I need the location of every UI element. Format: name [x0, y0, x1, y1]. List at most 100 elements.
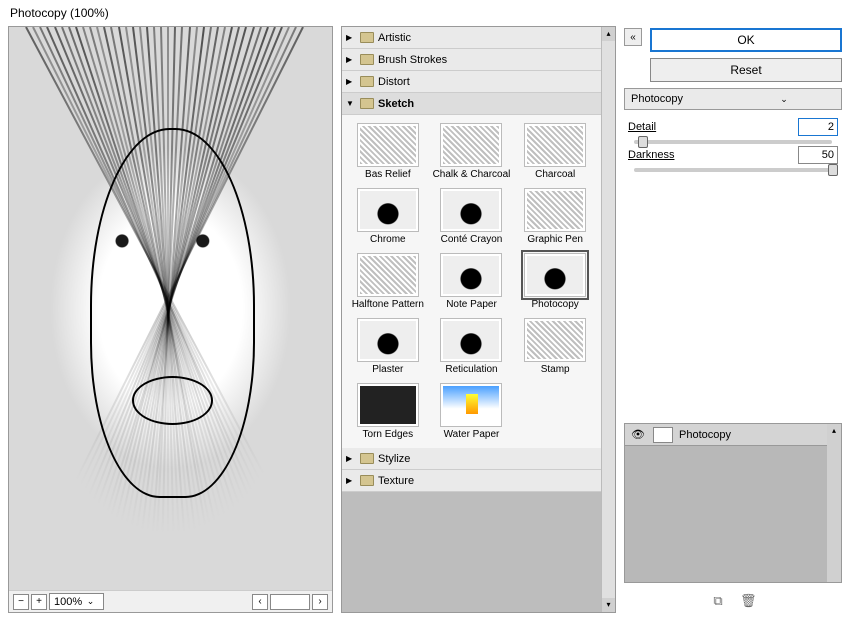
- new-effect-layer-button[interactable]: ⧉: [710, 593, 726, 609]
- scroll-up-icon[interactable]: ▴: [602, 27, 615, 41]
- visibility-eye-icon[interactable]: 👁: [629, 428, 647, 442]
- filter-plaster[interactable]: Plaster: [348, 318, 428, 375]
- category-sketch[interactable]: ▼ Sketch: [342, 93, 601, 115]
- filter-water-paper[interactable]: Water Paper: [432, 383, 512, 440]
- filter-stamp[interactable]: Stamp: [515, 318, 595, 375]
- settings-panel: « OK Reset Photocopy ⌄ Detail Darkness 👁 P…: [624, 26, 842, 613]
- param-input-detail[interactable]: [798, 118, 838, 136]
- category-texture[interactable]: ▶ Texture: [342, 470, 601, 492]
- category-artistic[interactable]: ▶ Artistic: [342, 27, 601, 49]
- layers-scrollbar[interactable]: ▴: [827, 424, 841, 582]
- effect-layers-panel: 👁 Photocopy ▴: [624, 423, 842, 583]
- filter-label: Bas Relief: [365, 169, 411, 180]
- folder-icon: [360, 76, 374, 87]
- filter-thumbnail: [440, 188, 502, 232]
- folder-icon: [360, 453, 374, 464]
- filter-dropdown-label: Photocopy: [631, 93, 733, 105]
- filter-label: Reticulation: [445, 364, 497, 375]
- folder-icon: [360, 475, 374, 486]
- category-brush-strokes[interactable]: ▶Brush Strokes: [342, 49, 601, 71]
- param-slider-detail[interactable]: [634, 140, 832, 144]
- slider-thumb[interactable]: [638, 136, 648, 148]
- zoom-in-button[interactable]: +: [31, 594, 47, 610]
- filter-gallery: ▶Artistic▶Brush Strokes▶Distort▼SketchBa…: [341, 26, 616, 613]
- filter-thumbnail: [357, 318, 419, 362]
- category-label: Brush Strokes: [378, 54, 447, 66]
- folder-icon: [360, 54, 374, 65]
- filter-chalk-charcoal[interactable]: Chalk & Charcoal: [432, 123, 512, 180]
- chevron-down-icon: ⌄: [82, 596, 99, 607]
- category-label: Distort: [378, 76, 410, 88]
- scroll-track[interactable]: [270, 594, 310, 610]
- preview-image[interactable]: [9, 27, 332, 590]
- filter-label: Note Paper: [446, 299, 497, 310]
- zoom-value: 100%: [54, 596, 82, 608]
- filter-label: Stamp: [541, 364, 570, 375]
- filter-bas-relief[interactable]: Bas Relief: [348, 123, 428, 180]
- category-stylize[interactable]: ▶ Stylize: [342, 448, 601, 470]
- filter-label: Conté Crayon: [441, 234, 503, 245]
- filter-label: Torn Edges: [363, 429, 414, 440]
- param-label-detail: Detail: [628, 121, 792, 133]
- filter-thumbnail: [357, 188, 419, 232]
- scroll-right-button[interactable]: ›: [312, 594, 328, 610]
- filter-label: Charcoal: [535, 169, 575, 180]
- scroll-down-icon[interactable]: ▾: [602, 598, 615, 612]
- triangle-icon: ▶: [346, 33, 356, 42]
- folder-icon: [360, 98, 374, 109]
- filter-torn-edges[interactable]: Torn Edges: [348, 383, 428, 440]
- triangle-icon: ▶: [346, 476, 356, 485]
- filter-cont-crayon[interactable]: Conté Crayon: [432, 188, 512, 245]
- zoom-out-button[interactable]: −: [13, 594, 29, 610]
- param-input-darkness[interactable]: [798, 146, 838, 164]
- folder-icon: [360, 32, 374, 43]
- filter-thumbnail: [440, 123, 502, 167]
- filter-charcoal[interactable]: Charcoal: [515, 123, 595, 180]
- layer-thumbnail: [653, 427, 673, 443]
- category-distort[interactable]: ▶ Distort: [342, 71, 601, 93]
- param-label-darkness: Darkness: [628, 149, 792, 161]
- category-label: Artistic: [378, 32, 411, 44]
- window-title: Photocopy (100%): [0, 0, 850, 26]
- category-label: Sketch: [378, 98, 414, 110]
- delete-effect-layer-button[interactable]: 🗑: [740, 593, 756, 609]
- filter-label: Halftone Pattern: [352, 299, 424, 310]
- filter-chrome[interactable]: Chrome: [348, 188, 428, 245]
- scroll-up-icon[interactable]: ▴: [827, 424, 841, 438]
- filter-photocopy[interactable]: Photocopy: [515, 253, 595, 310]
- preview-panel: − + 100% ⌄ ‹ ›: [8, 26, 333, 613]
- filter-note-paper[interactable]: Note Paper: [432, 253, 512, 310]
- triangle-icon: ▶: [346, 77, 356, 86]
- category-label: Stylize: [378, 453, 410, 465]
- zoom-select[interactable]: 100% ⌄: [49, 593, 104, 610]
- layer-name: Photocopy: [679, 429, 731, 441]
- filter-thumbnail: [440, 318, 502, 362]
- filter-thumbnail: [357, 383, 419, 427]
- category-label: Texture: [378, 475, 414, 487]
- chevron-down-icon: ⌄: [733, 94, 835, 105]
- filter-dropdown[interactable]: Photocopy ⌄: [624, 88, 842, 110]
- scroll-left-button[interactable]: ‹: [252, 594, 268, 610]
- filter-graphic-pen[interactable]: Graphic Pen: [515, 188, 595, 245]
- filter-label: Chalk & Charcoal: [433, 169, 511, 180]
- effect-layer-row[interactable]: 👁 Photocopy: [625, 424, 841, 446]
- filter-halftone-pattern[interactable]: Halftone Pattern: [348, 253, 428, 310]
- filter-thumbnail: [524, 318, 586, 362]
- filter-thumbnail: [440, 383, 502, 427]
- triangle-icon: ▶: [346, 454, 356, 463]
- filter-label: Water Paper: [444, 429, 500, 440]
- gallery-scrollbar[interactable]: ▴ ▾: [601, 27, 615, 612]
- filter-label: Graphic Pen: [527, 234, 583, 245]
- filter-thumbnail: [524, 253, 586, 297]
- filter-thumbnail: [357, 253, 419, 297]
- filter-thumbnail: [440, 253, 502, 297]
- reset-button[interactable]: Reset: [650, 58, 842, 82]
- preview-controls: − + 100% ⌄ ‹ ›: [9, 590, 332, 612]
- filter-label: Chrome: [370, 234, 406, 245]
- ok-button[interactable]: OK: [650, 28, 842, 52]
- triangle-icon: ▼: [346, 99, 356, 108]
- filter-reticulation[interactable]: Reticulation: [432, 318, 512, 375]
- slider-thumb[interactable]: [828, 164, 838, 176]
- collapse-button[interactable]: «: [624, 28, 642, 46]
- param-slider-darkness[interactable]: [634, 168, 832, 172]
